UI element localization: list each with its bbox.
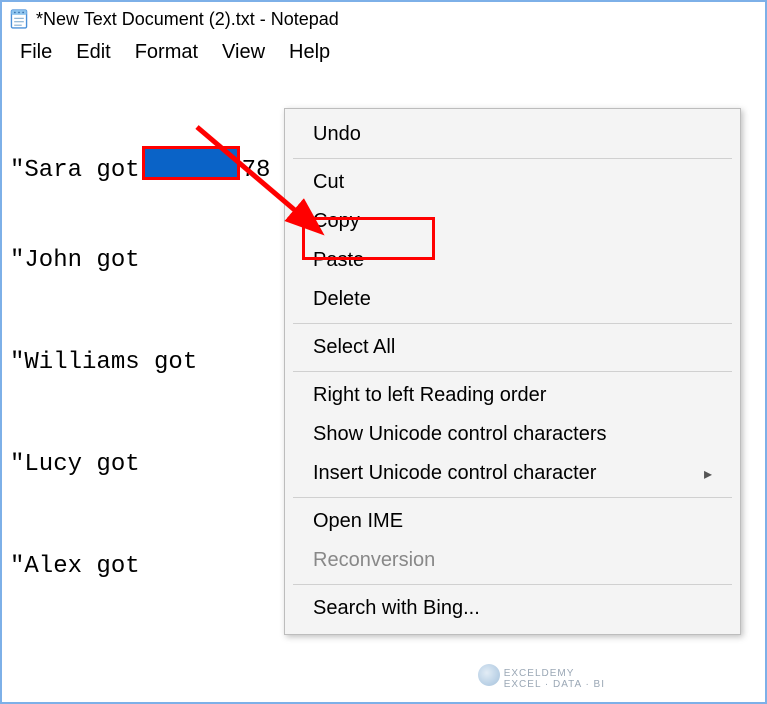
ctx-search-bing[interactable]: Search with Bing... bbox=[285, 589, 740, 628]
menu-view[interactable]: View bbox=[210, 39, 277, 66]
context-menu: Undo Cut Copy Paste Delete Select All Ri… bbox=[284, 108, 741, 635]
ctx-cut[interactable]: Cut bbox=[285, 163, 740, 202]
ctx-open-ime-label: Open IME bbox=[313, 510, 403, 533]
ctx-rtl-reading[interactable]: Right to left Reading order bbox=[285, 376, 740, 415]
text-line-5: "Alex got bbox=[10, 550, 140, 584]
ctx-rtl-label: Right to left Reading order bbox=[313, 384, 546, 407]
menu-help[interactable]: Help bbox=[277, 39, 342, 66]
ctx-separator bbox=[293, 371, 732, 372]
ctx-insert-unicode-label: Insert Unicode control character bbox=[313, 462, 596, 485]
ctx-select-all-label: Select All bbox=[313, 336, 395, 359]
menu-file[interactable]: File bbox=[8, 39, 64, 66]
ctx-copy-label: Copy bbox=[313, 210, 360, 233]
ctx-reconversion: Reconversion bbox=[285, 541, 740, 580]
ctx-copy[interactable]: Copy bbox=[285, 202, 740, 241]
ctx-delete-label: Delete bbox=[313, 288, 371, 311]
chevron-right-icon: ▸ bbox=[704, 464, 712, 484]
ctx-select-all[interactable]: Select All bbox=[285, 328, 740, 367]
ctx-show-unicode[interactable]: Show Unicode control characters bbox=[285, 415, 740, 454]
text-line-2: "John got bbox=[10, 244, 140, 278]
ctx-undo[interactable]: Undo bbox=[285, 115, 740, 154]
title-bar: *New Text Document (2).txt - Notepad bbox=[2, 2, 765, 36]
text-line-3: "Williams got bbox=[10, 346, 197, 380]
watermark-line2: EXCEL · DATA · BI bbox=[504, 679, 605, 690]
ctx-show-unicode-label: Show Unicode control characters bbox=[313, 423, 606, 446]
menu-edit[interactable]: Edit bbox=[64, 39, 122, 66]
watermark-logo-icon bbox=[478, 664, 500, 686]
ctx-separator bbox=[293, 497, 732, 498]
ctx-cut-label: Cut bbox=[313, 171, 344, 194]
ctx-separator bbox=[293, 323, 732, 324]
ctx-separator bbox=[293, 158, 732, 159]
ctx-paste-label: Paste bbox=[313, 249, 364, 272]
menu-bar: File Edit Format View Help bbox=[2, 36, 765, 68]
watermark-line1: EXCELDEMY bbox=[504, 668, 605, 679]
notepad-window: *New Text Document (2).txt - Notepad Fil… bbox=[0, 0, 767, 704]
text-selection bbox=[142, 146, 240, 180]
ctx-separator bbox=[293, 584, 732, 585]
ctx-delete[interactable]: Delete bbox=[285, 280, 740, 319]
ctx-paste[interactable]: Paste bbox=[285, 241, 740, 280]
ctx-undo-label: Undo bbox=[313, 123, 361, 146]
ctx-search-bing-label: Search with Bing... bbox=[313, 597, 480, 620]
ctx-open-ime[interactable]: Open IME bbox=[285, 502, 740, 541]
watermark: EXCELDEMY EXCEL · DATA · BI bbox=[504, 668, 605, 690]
text-line-1-pre: "Sara got bbox=[10, 154, 140, 188]
window-title: *New Text Document (2).txt - Notepad bbox=[36, 9, 339, 30]
menu-format[interactable]: Format bbox=[123, 39, 210, 66]
notepad-icon bbox=[8, 8, 30, 30]
text-line-4: "Lucy got bbox=[10, 448, 140, 482]
ctx-insert-unicode[interactable]: Insert Unicode control character ▸ bbox=[285, 454, 740, 493]
ctx-reconversion-label: Reconversion bbox=[313, 549, 435, 572]
